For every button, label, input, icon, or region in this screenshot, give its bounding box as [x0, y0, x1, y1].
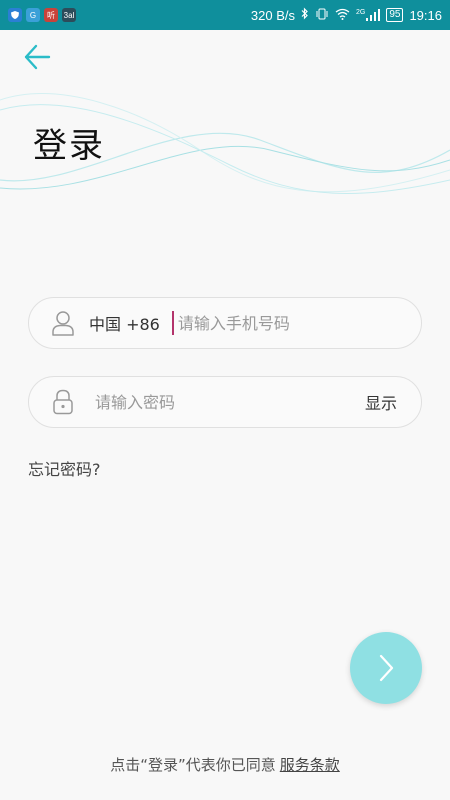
- user-icon: [51, 311, 75, 336]
- signal-icon: 2G: [355, 9, 381, 21]
- phone-input[interactable]: [175, 312, 421, 334]
- next-button[interactable]: [350, 632, 422, 704]
- status-bar-apps: G 听 3al: [8, 8, 76, 22]
- arrow-left-icon: [24, 44, 51, 70]
- forgot-password-link[interactable]: 忘记密码?: [28, 456, 101, 480]
- wifi-icon: [335, 8, 350, 23]
- country-code-selector[interactable]: 中国 +86: [89, 311, 160, 335]
- text-cursor: [171, 311, 174, 335]
- password-field[interactable]: 显示: [28, 376, 422, 428]
- page-title: 登录: [33, 126, 105, 166]
- agreement-text: 点击“登录”代表你已同意 服务条款: [0, 754, 450, 775]
- g-app-icon: G: [26, 8, 40, 22]
- status-bar: G 听 3al 320 B/s 2G 95 19:16: [0, 0, 450, 30]
- clock: 19:16: [409, 7, 442, 23]
- phone-field[interactable]: 中国 +86: [28, 297, 422, 349]
- network-speed: 320 B/s: [250, 7, 295, 23]
- shield-app-icon: [8, 8, 22, 22]
- bluetooth-icon: [301, 7, 309, 23]
- third-app-icon: 3al: [62, 8, 76, 22]
- agreement-prefix: 点击“登录”代表你已同意: [110, 756, 276, 774]
- ting-app-icon: 听: [44, 8, 58, 22]
- status-bar-right: 320 B/s 2G 95 19:16: [251, 7, 442, 23]
- show-password-toggle[interactable]: 显示: [365, 390, 397, 414]
- password-input[interactable]: [93, 391, 365, 413]
- battery-icon: 95: [386, 8, 404, 22]
- network-type: 2G: [355, 9, 366, 16]
- lock-icon: [51, 389, 75, 415]
- chevron-right-icon: [379, 654, 394, 682]
- back-button[interactable]: [20, 40, 54, 74]
- terms-of-service-link[interactable]: 服务条款: [280, 756, 340, 774]
- vibrate-icon: [315, 8, 329, 23]
